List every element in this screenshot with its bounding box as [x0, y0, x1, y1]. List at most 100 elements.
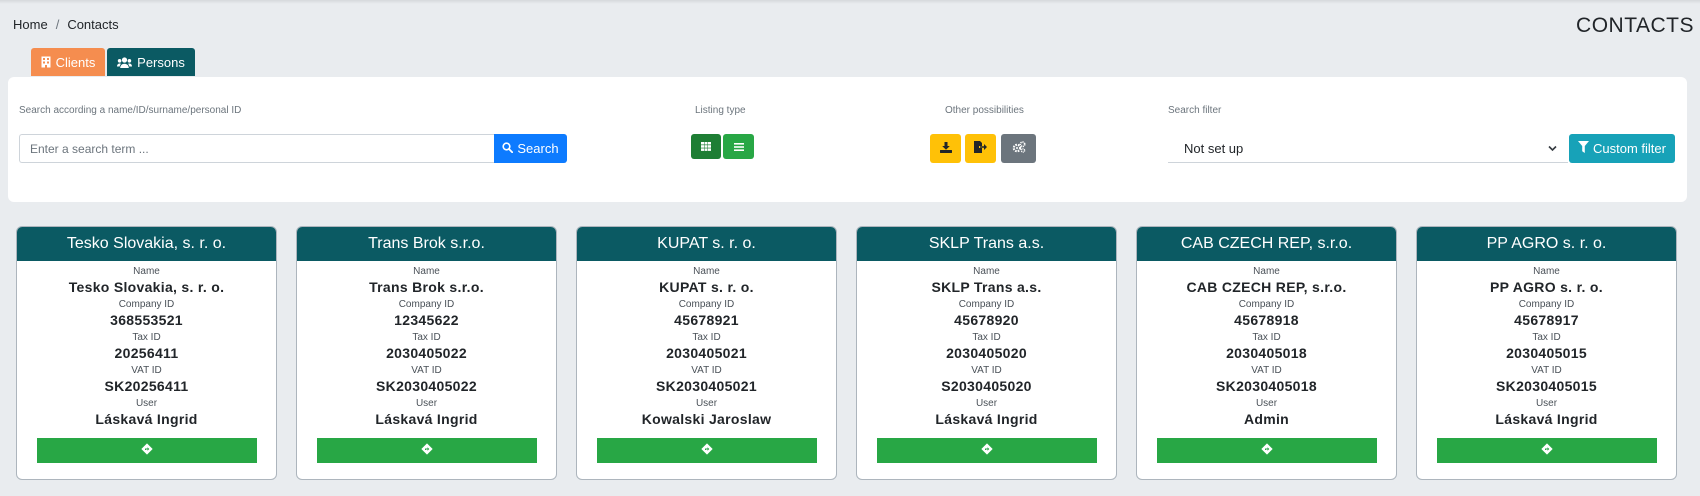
vat-id-label: VAT ID [1531, 365, 1562, 376]
company-id-label: Company ID [958, 299, 1015, 310]
search-filter-select[interactable]: Not set up [1168, 134, 1568, 163]
contact-card: Tesko Slovakia, s. r. o. Name Tesko Slov… [16, 226, 277, 480]
company-id-value: 45678917 [1514, 312, 1579, 328]
tax-id-label: Tax ID [1252, 332, 1281, 343]
export-icon [974, 141, 987, 156]
open-detail-button[interactable] [597, 438, 817, 463]
tax-id-value: 2030405022 [386, 345, 467, 361]
search-button-label: Search [517, 141, 559, 156]
open-detail-button[interactable] [1437, 438, 1657, 463]
tax-id-label: Tax ID [132, 332, 161, 343]
tab-bar: Clients Persons [31, 48, 195, 76]
name-value: PP AGRO s. r. o. [1490, 279, 1603, 295]
list-view-button[interactable] [723, 134, 754, 159]
name-label: Name [133, 266, 160, 277]
vat-id-value: S2030405020 [941, 378, 1032, 394]
tab-persons[interactable]: Persons [107, 48, 195, 76]
company-id-value: 45678920 [954, 312, 1019, 328]
tax-id-value: 20256411 [114, 345, 179, 361]
company-id-value: 45678921 [674, 312, 739, 328]
vat-id-label: VAT ID [131, 365, 162, 376]
open-detail-button[interactable] [1157, 438, 1377, 463]
company-id-value: 45678918 [1234, 312, 1299, 328]
breadcrumb-separator: / [55, 17, 60, 32]
name-value: SKLP Trans a.s. [931, 279, 1042, 295]
user-label: User [415, 398, 438, 409]
vat-id-value: SK2030405018 [1216, 378, 1317, 394]
user-value: Láskavá Ingrid [1495, 411, 1598, 427]
vat-id-value: SK2030405021 [656, 378, 757, 394]
direction-sign-icon [1541, 442, 1553, 460]
open-detail-button[interactable] [877, 438, 1097, 463]
name-value: Trans Brok s.r.o. [369, 279, 484, 295]
name-label: Name [1253, 266, 1280, 277]
direction-sign-icon [141, 442, 153, 460]
tax-id-value: 2030405018 [1226, 345, 1307, 361]
contact-card: SKLP Trans a.s. Name SKLP Trans a.s. Com… [856, 226, 1117, 480]
company-id-label: Company ID [1238, 299, 1295, 310]
card-title: CAB CZECH REP, s.r.o. [1137, 227, 1396, 261]
company-id-value: 12345622 [394, 312, 459, 328]
contact-card: Trans Brok s.r.o. Name Trans Brok s.r.o.… [296, 226, 557, 480]
custom-filter-button[interactable]: Custom filter [1569, 134, 1675, 163]
open-detail-button[interactable] [37, 438, 257, 463]
vat-id-value: SK2030405015 [1496, 378, 1597, 394]
company-id-label: Company ID [1518, 299, 1575, 310]
user-label: User [975, 398, 998, 409]
grid-icon [701, 139, 711, 154]
name-value: Tesko Slovakia, s. r. o. [68, 279, 225, 295]
top-shadow [0, 0, 1700, 4]
user-label: User [1255, 398, 1278, 409]
download-icon [939, 141, 952, 156]
contact-card: PP AGRO s. r. o. Name PP AGRO s. r. o. C… [1416, 226, 1677, 480]
breadcrumb: Home / Contacts [13, 17, 119, 32]
open-detail-button[interactable] [317, 438, 537, 463]
company-id-label: Company ID [398, 299, 455, 310]
breadcrumb-current: Contacts [67, 17, 119, 32]
card-title: SKLP Trans a.s. [857, 227, 1116, 261]
tax-id-label: Tax ID [692, 332, 721, 343]
vat-id-label: VAT ID [411, 365, 442, 376]
filter-icon [1578, 141, 1590, 156]
tab-persons-label: Persons [137, 54, 185, 70]
download-button[interactable] [930, 134, 961, 163]
search-label: Search according a name/ID/surname/perso… [19, 105, 242, 116]
tax-id-value: 2030405021 [666, 345, 747, 361]
company-id-label: Company ID [678, 299, 735, 310]
contact-card: KUPAT s. r. o. Name KUPAT s. r. o. Compa… [576, 226, 837, 480]
vat-id-label: VAT ID [1251, 365, 1282, 376]
page-title: CONTACTS [1576, 14, 1694, 37]
card-title: PP AGRO s. r. o. [1417, 227, 1676, 261]
grid-view-button[interactable] [691, 134, 721, 159]
card-title: Trans Brok s.r.o. [297, 227, 556, 261]
name-label: Name [1533, 266, 1560, 277]
breadcrumb-home-link[interactable]: Home [13, 17, 48, 32]
tax-id-label: Tax ID [972, 332, 1001, 343]
company-id-value: 368553521 [110, 312, 183, 328]
search-button[interactable]: Search [494, 134, 567, 163]
name-label: Name [693, 266, 720, 277]
user-value: Láskavá Ingrid [935, 411, 1038, 427]
tax-id-value: 2030405015 [1506, 345, 1587, 361]
custom-filter-label: Custom filter [1593, 141, 1666, 156]
export-button[interactable] [965, 134, 996, 163]
chevron-down-icon [1547, 142, 1558, 157]
building-icon [41, 56, 51, 68]
search-filter-value: Not set up [1184, 140, 1244, 156]
company-id-label: Company ID [118, 299, 175, 310]
tax-id-value: 2030405020 [946, 345, 1027, 361]
search-icon [502, 141, 514, 156]
vat-id-value: SK2030405022 [376, 378, 477, 394]
search-input[interactable] [19, 134, 494, 163]
direction-sign-icon [1261, 442, 1273, 460]
name-label: Name [413, 266, 440, 277]
user-value: Kowalski Jaroslaw [641, 411, 772, 427]
direction-sign-icon [981, 442, 993, 460]
settings-button[interactable] [1001, 134, 1036, 163]
name-value: CAB CZECH REP, s.r.o. [1186, 279, 1347, 295]
user-value: Admin [1243, 411, 1290, 427]
user-value: Láskavá Ingrid [375, 411, 478, 427]
name-value: KUPAT s. r. o. [659, 279, 754, 295]
tab-clients[interactable]: Clients [31, 48, 105, 76]
tax-id-label: Tax ID [1532, 332, 1561, 343]
